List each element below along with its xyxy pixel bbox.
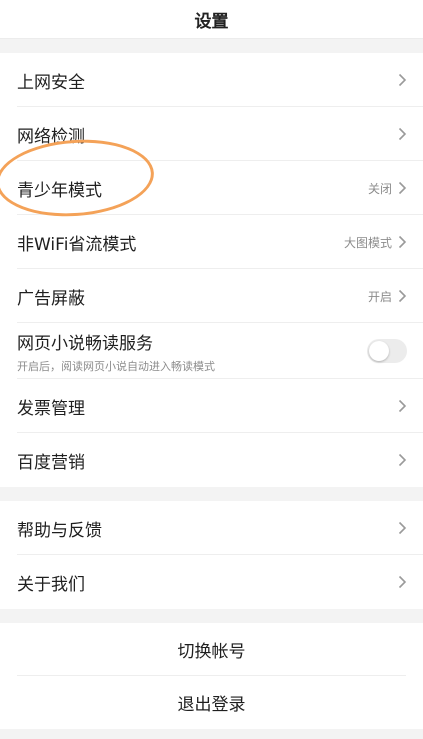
row-label: 网络检测 bbox=[17, 126, 85, 147]
row-label: 关于我们 bbox=[17, 574, 85, 595]
row-value: 关闭 bbox=[367, 181, 392, 196]
toggle-knob bbox=[369, 341, 389, 361]
chevron-right-icon bbox=[398, 235, 407, 249]
logout-button[interactable]: 退出登录 bbox=[0, 676, 423, 729]
row-label: 青少年模式 bbox=[17, 180, 102, 201]
row-label: 广告屏蔽 bbox=[17, 288, 85, 309]
row-label: 帮助与反馈 bbox=[17, 520, 102, 541]
row-label: 网页小说畅读服务 bbox=[17, 333, 153, 354]
row-label: 百度营销 bbox=[17, 452, 85, 473]
chevron-right-icon bbox=[398, 575, 407, 589]
chevron-right-icon bbox=[398, 289, 407, 303]
logout-label: 退出登录 bbox=[177, 695, 246, 715]
novel-reading-toggle[interactable] bbox=[367, 339, 407, 363]
page-title: 设置 bbox=[0, 0, 423, 39]
chevron-right-icon bbox=[398, 521, 407, 535]
chevron-right-icon bbox=[398, 127, 407, 141]
chevron-right-icon bbox=[398, 73, 407, 87]
row-value: 开启 bbox=[367, 289, 392, 304]
row-ad-block[interactable]: 广告屏蔽 开启 bbox=[0, 269, 423, 323]
chevron-right-icon bbox=[398, 181, 407, 195]
row-label: 上网安全 bbox=[17, 72, 85, 93]
row-non-wifi-data-saver[interactable]: 非WiFi省流模式 大图模式 bbox=[0, 215, 423, 269]
row-novel-reading-service: 网页小说畅读服务 开启后，阅读网页小说自动进入畅读模式 bbox=[0, 323, 423, 379]
row-baidu-marketing[interactable]: 百度营销 bbox=[0, 433, 423, 487]
row-text-stack: 网页小说畅读服务 开启后，阅读网页小说自动进入畅读模式 bbox=[17, 329, 367, 374]
row-invoice-management[interactable]: 发票管理 bbox=[0, 379, 423, 433]
switch-account-label: 切换帐号 bbox=[177, 642, 246, 662]
row-label: 非WiFi省流模式 bbox=[17, 234, 137, 255]
row-network-security[interactable]: 上网安全 bbox=[0, 53, 423, 107]
switch-account-button[interactable]: 切换帐号 bbox=[0, 623, 423, 676]
row-teen-mode[interactable]: 青少年模式 关闭 bbox=[0, 161, 423, 215]
row-help-feedback[interactable]: 帮助与反馈 bbox=[0, 501, 423, 555]
settings-section-help: 帮助与反馈 关于我们 bbox=[0, 501, 423, 609]
row-label: 发票管理 bbox=[17, 398, 85, 419]
row-value: 大图模式 bbox=[343, 235, 392, 250]
account-actions: 切换帐号 退出登录 bbox=[0, 623, 423, 729]
settings-screen: 设置 上网安全 网络检测 青少年模式 关闭 非WiFi省流模式 大图模式 广告屏… bbox=[0, 0, 423, 729]
row-subtitle: 开启后，阅读网页小说自动进入畅读模式 bbox=[17, 359, 215, 373]
row-about-us[interactable]: 关于我们 bbox=[0, 555, 423, 609]
settings-section-main: 上网安全 网络检测 青少年模式 关闭 非WiFi省流模式 大图模式 广告屏蔽 开… bbox=[0, 53, 423, 487]
chevron-right-icon bbox=[398, 399, 407, 413]
row-network-check[interactable]: 网络检测 bbox=[0, 107, 423, 161]
chevron-right-icon bbox=[398, 453, 407, 467]
